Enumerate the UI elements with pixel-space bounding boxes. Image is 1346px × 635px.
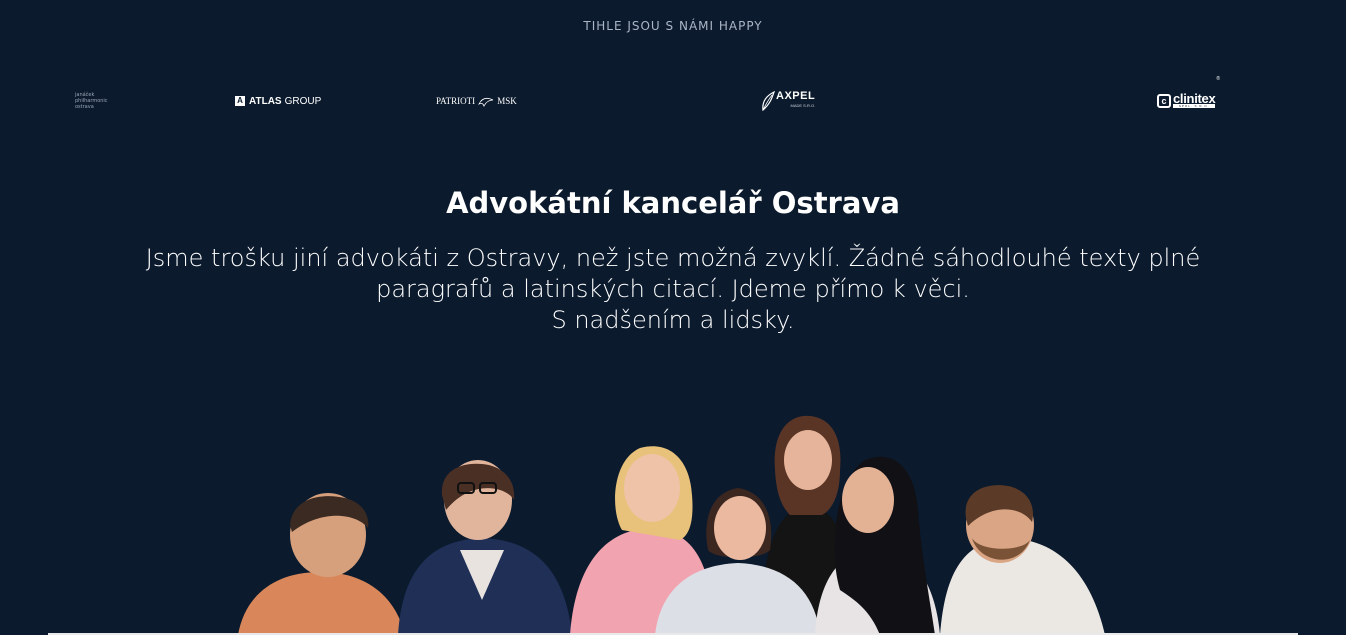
bird-icon — [478, 97, 494, 107]
intro-text: Jsme trošku jiní advokáti z Ostravy, než… — [120, 243, 1226, 336]
registered-mark: ® — [1216, 76, 1221, 82]
clinitex-name: clinitex — [1173, 91, 1216, 106]
team-photo — [48, 415, 1298, 635]
clinitex-subtitle: SPOL. S R.O. — [1173, 104, 1216, 108]
team-member-7 — [940, 485, 1105, 635]
clinitex-mark-icon: c — [1157, 94, 1171, 108]
intro-line-1: Jsme trošku jiní advokáti z Ostravy, než… — [145, 244, 1201, 272]
logo-patrioti-msk[interactable]: PATRIOTI MSK — [436, 84, 517, 118]
logo-clinitex[interactable]: c clinitex SPOL. S R.O. ® — [1157, 76, 1220, 118]
patrioti-name: PATRIOTI — [436, 96, 476, 106]
atlas-suffix: GROUP — [284, 95, 322, 107]
atlas-name: ATLAS — [249, 95, 282, 107]
team-member-1 — [238, 493, 405, 635]
leaf-icon — [762, 90, 776, 112]
clients-eyebrow: TIHLE JSOU S NÁMI HAPPY — [583, 19, 763, 33]
intro-line-3: S nadšením a lidsky. — [551, 306, 795, 334]
intro-line-2: paragrafů a latinských citací. Jdeme pří… — [376, 275, 970, 303]
client-logos: janáček philharmonic ostrava A ATLAS GRO… — [0, 76, 1346, 118]
logo-jph-line-3: ostrava — [75, 104, 94, 110]
logo-atlas-group[interactable]: A ATLAS GROUP — [235, 84, 321, 118]
axpel-name: AXPEL — [776, 90, 816, 102]
axpel-subtitle: MADE S.R.O. — [790, 103, 816, 108]
page-title: Advokátní kancelář Ostrava — [446, 186, 900, 220]
atlas-mark-icon: A — [235, 96, 245, 106]
logo-axpel[interactable]: AXPEL MADE S.R.O. — [760, 84, 815, 118]
logo-janacek-philharmonic[interactable]: janáček philharmonic ostrava — [75, 84, 108, 118]
team-member-2 — [398, 460, 572, 635]
msk-name: MSK — [497, 96, 517, 106]
